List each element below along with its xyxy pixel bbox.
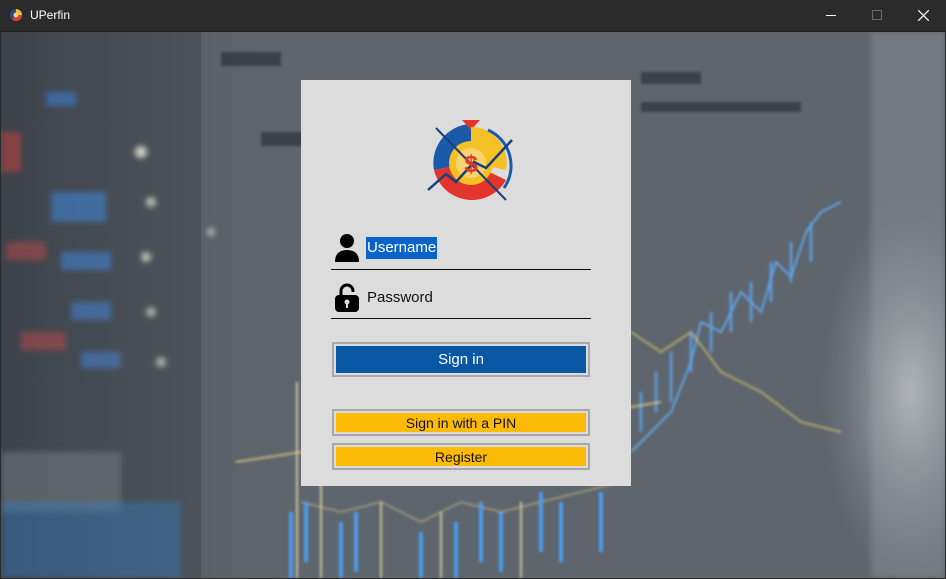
title-bar: UPerfin — [0, 0, 946, 32]
svg-text:$: $ — [464, 151, 478, 178]
register-button[interactable]: Register — [332, 443, 590, 470]
minimize-button[interactable] — [808, 0, 854, 31]
sign-in-button[interactable]: Sign in — [332, 342, 590, 377]
user-icon — [335, 234, 359, 262]
app-logo-icon — [10, 9, 23, 22]
password-field[interactable]: Password — [331, 280, 591, 319]
maximize-icon — [872, 10, 882, 20]
password-input[interactable] — [365, 286, 585, 310]
username-field[interactable]: Username — [331, 231, 591, 270]
sign-in-with-pin-button[interactable]: Sign in with a PIN — [332, 409, 590, 436]
close-icon — [918, 10, 929, 21]
maximize-button[interactable] — [854, 0, 900, 31]
unlock-icon — [335, 283, 359, 312]
uperfin-logo: $ — [427, 120, 513, 201]
minimize-icon — [826, 15, 836, 16]
login-panel: $ Username Password Sign in Sign in with… — [301, 80, 631, 486]
close-button[interactable] — [900, 0, 946, 31]
window-title: UPerfin — [30, 8, 71, 22]
username-input[interactable] — [365, 237, 585, 261]
